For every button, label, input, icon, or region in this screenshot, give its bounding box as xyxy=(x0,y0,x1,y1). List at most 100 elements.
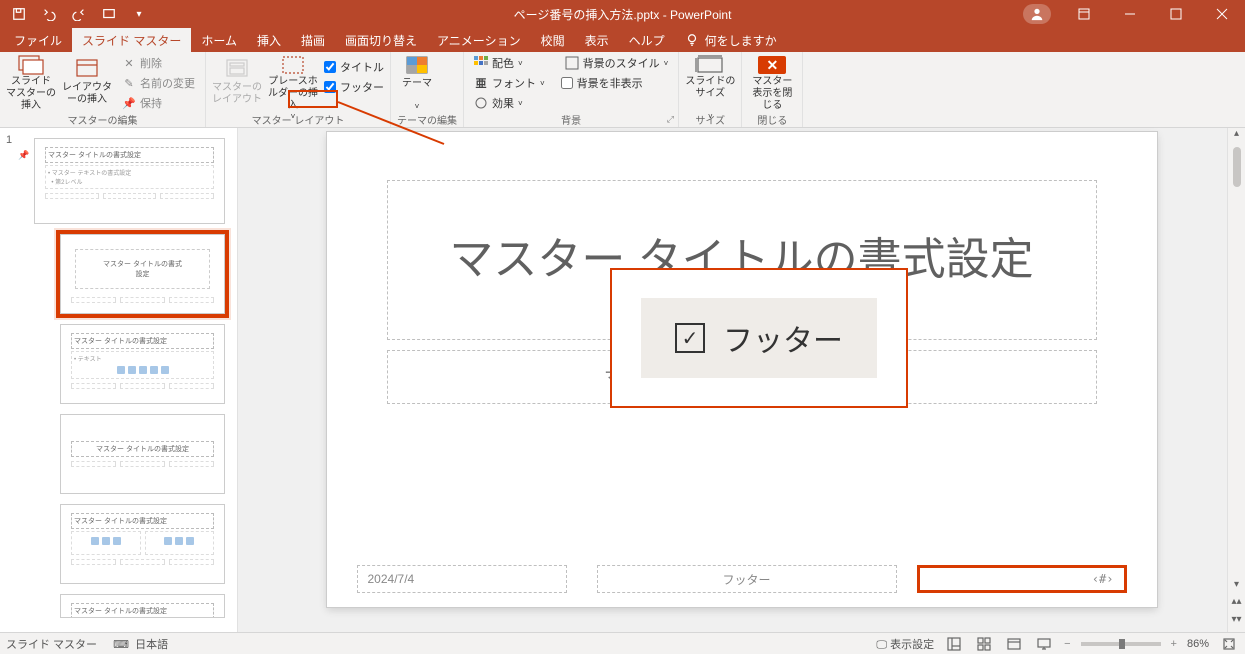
slide-number-placeholder[interactable]: ‹#› xyxy=(917,565,1127,593)
prev-slide-icon[interactable]: ▴▴ xyxy=(1230,594,1244,608)
ribbon-tabs: ファイル スライド マスター ホーム 挿入 描画 画面切り替え アニメーション … xyxy=(0,28,1245,52)
group-size: スライドのサイズ˅ サイズ xyxy=(679,52,742,127)
master-layout-icon xyxy=(221,54,253,82)
preserve-button[interactable]: 📌保持 xyxy=(118,94,199,112)
group-edit-master: スライド マスターの挿入 レイアウターの挿入 ✕削除 ✎名前の変更 📌保持 マス… xyxy=(0,52,206,127)
zoom-slider[interactable] xyxy=(1081,642,1161,646)
display-settings-icon: 🖵 xyxy=(876,639,887,651)
main-area: 1 📌 マスター タイトルの書式設定 • マスター テキストの書式設定 • 第2… xyxy=(0,128,1245,632)
insert-placeholder-button[interactable]: プレースホルダーの挿入 ˅ xyxy=(268,54,318,112)
slide-master-icon xyxy=(15,54,47,76)
thumbnail-layout-comparison[interactable]: マスター タイトルの書式設定 xyxy=(60,594,225,618)
annotation-footer-label: フッター xyxy=(723,316,843,360)
title-checkbox[interactable]: タイトル xyxy=(324,58,384,76)
fonts-icon: 亜 xyxy=(474,76,488,90)
start-from-beginning-icon[interactable] xyxy=(96,1,122,27)
master-layout-button: マスターのレイアウト xyxy=(212,54,262,112)
slide-size-icon xyxy=(694,54,726,76)
reading-view-icon[interactable] xyxy=(1004,636,1024,652)
status-bar: スライド マスター ⌨ 日本語 🖵 表示設定 − + 86% xyxy=(0,632,1245,654)
tab-insert[interactable]: 挿入 xyxy=(247,28,291,52)
fonts-button[interactable]: 亜フォント ˅ xyxy=(470,74,549,92)
ribbon-display-options-icon[interactable] xyxy=(1061,0,1107,28)
tab-animations[interactable]: アニメーション xyxy=(427,28,531,52)
hide-background-checkbox[interactable]: 背景を非表示 xyxy=(561,74,673,92)
zoom-plus[interactable]: + xyxy=(1171,638,1177,650)
background-styles-button[interactable]: 背景のスタイル ˅ xyxy=(561,54,673,72)
effects-icon xyxy=(474,96,488,110)
date-placeholder[interactable]: 2024/7/4 xyxy=(357,565,567,593)
background-launcher-icon[interactable]: ⤢ xyxy=(664,113,676,125)
rename-icon: ✎ xyxy=(122,76,136,90)
annotation-checkbox-icon: ✓ xyxy=(675,323,705,353)
tell-me-search[interactable]: 何をしますか xyxy=(675,28,787,52)
thumbnail-layout-two-content[interactable]: マスター タイトルの書式設定 xyxy=(60,504,225,584)
redo-icon[interactable] xyxy=(66,1,92,27)
account-icon[interactable] xyxy=(1023,4,1051,24)
thumbnail-pane[interactable]: 1 📌 マスター タイトルの書式設定 • マスター テキストの書式設定 • 第2… xyxy=(0,128,238,632)
group-label-close: 閉じる xyxy=(748,112,796,129)
fit-to-window-icon[interactable] xyxy=(1219,636,1239,652)
thumbnail-layout-title-slide[interactable]: マスター タイトルの書式 設定 xyxy=(60,234,225,314)
slide-editor[interactable]: マスター タイトルの書式設定 マスター サブタイトルの書式設定 2024/7/4… xyxy=(238,128,1245,632)
editor-vertical-scrollbar[interactable]: ▴ ▾ ▴▴ ▾▾ xyxy=(1227,128,1245,632)
delete-icon: ✕ xyxy=(122,56,136,70)
themes-icon xyxy=(401,54,433,78)
preserve-icon: 📌 xyxy=(122,96,136,110)
group-background: 配色 ˅ 亜フォント ˅ 効果 ˅ 背景のスタイル ˅ 背景を非表示 背景 ⤢ xyxy=(464,52,679,127)
display-settings-button[interactable]: 🖵 表示設定 xyxy=(876,636,934,652)
tab-draw[interactable]: 描画 xyxy=(291,28,335,52)
slide-sorter-icon[interactable] xyxy=(974,636,994,652)
tab-review[interactable]: 校閲 xyxy=(531,28,575,52)
scroll-down-icon[interactable]: ▾ xyxy=(1234,579,1239,590)
tab-file[interactable]: ファイル xyxy=(4,28,72,52)
close-master-view-button[interactable]: ✕ マスター表示を閉じる xyxy=(748,54,796,112)
insert-slide-master-button[interactable]: スライド マスターの挿入 xyxy=(6,54,56,112)
thumbnail-master[interactable]: マスター タイトルの書式設定 • マスター テキストの書式設定 • 第2レベル xyxy=(34,138,225,224)
footer-placeholder[interactable]: フッター xyxy=(597,565,897,593)
save-icon[interactable] xyxy=(6,1,32,27)
maximize-button[interactable] xyxy=(1153,0,1199,28)
colors-icon xyxy=(474,56,488,70)
insert-layout-button[interactable]: レイアウターの挿入 xyxy=(62,54,112,112)
status-mode: スライド マスター xyxy=(6,636,97,652)
app-name: PowerPoint xyxy=(670,8,731,22)
thumbnail-layout-section-header[interactable]: マスター タイトルの書式設定 xyxy=(60,414,225,494)
footer-checkbox[interactable]: フッター xyxy=(324,78,384,96)
titlebar: ▾ ページ番号の挿入方法.pptx - PowerPoint xyxy=(0,0,1245,28)
layout-icon xyxy=(71,54,103,82)
qat-overflow-icon[interactable]: ▾ xyxy=(126,1,152,27)
annotation-footer-zoom: ✓ フッター xyxy=(610,268,908,408)
group-label-background: 背景 xyxy=(470,112,672,129)
group-close: ✕ マスター表示を閉じる 閉じる xyxy=(742,52,803,127)
colors-button[interactable]: 配色 ˅ xyxy=(470,54,549,72)
zoom-percent[interactable]: 86% xyxy=(1187,638,1209,650)
tab-home[interactable]: ホーム xyxy=(191,28,247,52)
thumbnail-layout-title-content[interactable]: マスター タイトルの書式設定 • テキスト xyxy=(60,324,225,404)
tab-help[interactable]: ヘルプ xyxy=(619,28,675,52)
group-label-edit-master: マスターの編集 xyxy=(6,112,199,129)
tab-view[interactable]: 表示 xyxy=(575,28,619,52)
master-index: 1 xyxy=(6,134,12,146)
minimize-button[interactable] xyxy=(1107,0,1153,28)
tab-slide-master[interactable]: スライド マスター xyxy=(72,28,191,52)
close-button[interactable] xyxy=(1199,0,1245,28)
slide-size-button[interactable]: スライドのサイズ˅ xyxy=(685,54,735,112)
preserve-pin-icon: 📌 xyxy=(18,150,29,161)
rename-button[interactable]: ✎名前の変更 xyxy=(118,74,199,92)
bg-styles-icon xyxy=(565,56,579,70)
status-language[interactable]: ⌨ 日本語 xyxy=(113,636,168,652)
normal-view-icon[interactable] xyxy=(944,636,964,652)
slideshow-icon[interactable] xyxy=(1034,636,1054,652)
language-icon: ⌨ xyxy=(113,639,129,651)
next-slide-icon[interactable]: ▾▾ xyxy=(1230,612,1244,626)
undo-icon[interactable] xyxy=(36,1,62,27)
delete-layout-button[interactable]: ✕削除 xyxy=(118,54,199,72)
close-master-icon: ✕ xyxy=(758,56,786,74)
tab-transitions[interactable]: 画面切り替え xyxy=(335,28,427,52)
effects-button[interactable]: 効果 ˅ xyxy=(470,94,549,112)
scroll-up-icon[interactable]: ▴ xyxy=(1234,128,1239,139)
document-name: ページ番号の挿入方法.pptx xyxy=(514,8,660,22)
annotation-connector xyxy=(334,100,454,163)
placeholder-icon xyxy=(277,54,309,76)
